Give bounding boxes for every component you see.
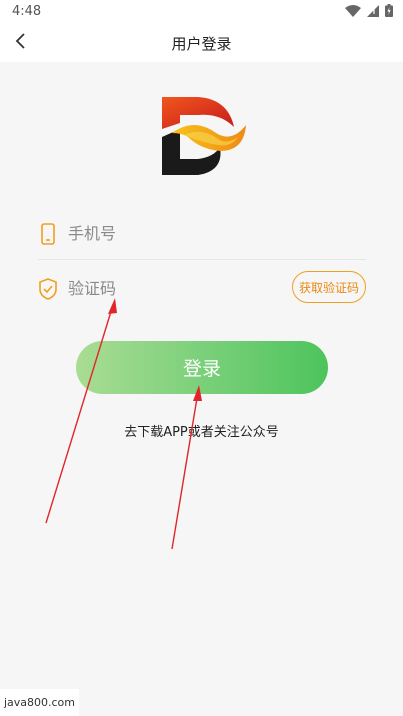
code-input[interactable] (68, 272, 308, 304)
login-button[interactable]: 登录 (76, 341, 328, 394)
cellular-signal-icon (367, 4, 379, 17)
phone-field-row (38, 213, 366, 253)
annotation-arrow-login (171, 385, 202, 550)
annotation-arrow-code (45, 298, 117, 524)
wifi-icon (345, 4, 361, 17)
app-logo (154, 93, 250, 179)
phone-divider (38, 259, 366, 260)
code-field-row: 获取验证码 (38, 268, 366, 308)
app-bar: 用户登录 (0, 24, 403, 62)
phone-icon (38, 223, 58, 245)
page-title: 用户登录 (171, 35, 232, 53)
phone-input[interactable] (68, 217, 308, 249)
status-bar: 4:48 (0, 0, 403, 24)
status-time: 4:48 (12, 4, 42, 19)
get-code-button[interactable]: 获取验证码 (292, 271, 366, 303)
site-watermark: java800.com (0, 689, 79, 716)
battery-icon (385, 4, 393, 17)
status-icons (345, 4, 393, 17)
shield-check-icon (38, 278, 58, 300)
download-app-hint: 去下载APP或者关注公众号 (124, 425, 279, 440)
